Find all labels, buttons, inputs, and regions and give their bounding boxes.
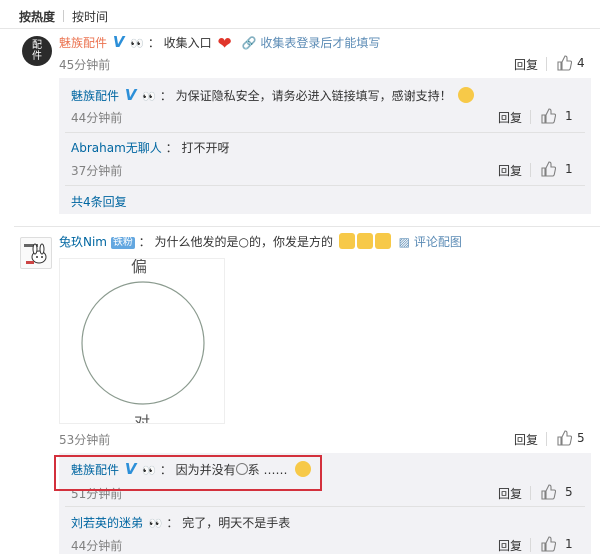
reply-button[interactable]: 回复 xyxy=(498,109,522,126)
verified-icon: V xyxy=(112,33,125,51)
thumbs-up-icon xyxy=(557,55,573,71)
image-bottom-text: 对 xyxy=(134,413,151,424)
reply-button[interactable]: 回复 xyxy=(498,537,522,554)
emoji-icon xyxy=(457,87,474,103)
thumbs-up-icon xyxy=(541,108,557,124)
comment-time: 45分钟前 xyxy=(59,58,111,72)
avatar-text: 配 xyxy=(32,40,42,51)
like-count: 1 xyxy=(565,162,573,176)
fan-badge-icon: 👀 xyxy=(130,37,144,50)
thumbs-up-icon xyxy=(541,484,557,500)
reply-button[interactable]: 回复 xyxy=(514,431,538,448)
reply-text: 完了，明天不是手表 xyxy=(182,516,291,530)
action-separator xyxy=(530,110,531,124)
avatar-text: 件 xyxy=(32,51,42,62)
like-button[interactable] xyxy=(556,55,573,74)
like-button[interactable] xyxy=(540,161,557,180)
comment-text: 收集入口 xyxy=(163,36,212,50)
action-separator xyxy=(530,163,531,177)
thumbs-up-icon xyxy=(557,430,573,446)
divider xyxy=(0,28,600,29)
comment-line: 兔玖Nim 铁粉 ： 为什么他发的是○的，你发是方的 ▨ 评论配图 xyxy=(59,233,462,249)
highlight-box xyxy=(54,455,322,491)
fan-badge-icon: 👀 xyxy=(148,517,163,530)
cat-emoji-icon xyxy=(356,233,373,249)
circle-shape xyxy=(81,281,205,405)
reply-button[interactable]: 回复 xyxy=(514,56,538,73)
thumbs-up-icon xyxy=(541,161,557,177)
image-icon: ▨ xyxy=(398,235,410,249)
cat-emoji-icon xyxy=(338,233,355,249)
sort-by-time-tab[interactable]: 按时间 xyxy=(72,8,108,25)
like-count: 5 xyxy=(577,431,585,445)
like-button[interactable] xyxy=(540,108,557,127)
comment-author[interactable]: 魅族配件 xyxy=(59,36,107,50)
verified-icon: V xyxy=(124,86,137,104)
divider xyxy=(14,226,600,227)
fan-badge: 铁粉 xyxy=(110,237,135,249)
action-separator xyxy=(530,538,531,552)
comment-image-link[interactable]: ▨ 评论配图 xyxy=(399,235,462,249)
sort-bar: 按热度 按时间 xyxy=(0,0,600,30)
like-count: 1 xyxy=(565,537,573,551)
comment-image-link-label: 评论配图 xyxy=(413,235,462,249)
reply-author[interactable]: Abraham无聊人 xyxy=(71,141,162,155)
action-separator xyxy=(530,486,531,500)
like-count: 4 xyxy=(577,56,585,70)
comment-text: 为什么他发的是○的，你发是方的 xyxy=(154,235,333,249)
action-separator xyxy=(546,57,547,71)
comment-author[interactable]: 兔玖Nim xyxy=(59,235,107,249)
reply-time: 44分钟前 xyxy=(71,111,123,125)
like-count: 1 xyxy=(565,109,573,123)
rabbit-avatar-icon xyxy=(24,243,47,264)
reply-divider xyxy=(65,506,585,507)
like-button[interactable] xyxy=(540,484,557,503)
form-link-label: 收集表登录后才能填写 xyxy=(260,36,381,50)
comment-image[interactable]: 偏 对 xyxy=(59,258,225,424)
reply-text: 打不开呀 xyxy=(181,141,230,155)
reply-line: 魅族配件 V 👀 ： 为保证隐私安全，请务必进入链接填写，感谢支持！ xyxy=(71,86,474,104)
form-link[interactable]: 🔗 收集表登录后才能填写 xyxy=(242,36,381,50)
reply-line: Abraham无聊人 ： 打不开呀 xyxy=(71,141,230,155)
reply-button[interactable]: 回复 xyxy=(498,485,522,502)
avatar[interactable] xyxy=(20,237,52,269)
cat-emoji-icon xyxy=(374,233,391,249)
sort-by-hot-tab[interactable]: 按热度 xyxy=(19,8,55,25)
reply-time: 37分钟前 xyxy=(71,164,123,178)
comment-time: 53分钟前 xyxy=(59,433,111,447)
thumbs-up-icon xyxy=(541,536,557,552)
link-icon: 🔗 xyxy=(241,36,257,50)
action-separator xyxy=(546,432,547,446)
more-replies-label: 共4条回复 xyxy=(71,195,127,209)
reply-line: 刘若英的迷弟 👀 ： 完了，明天不是手表 xyxy=(71,514,290,532)
reply-divider xyxy=(65,185,585,186)
like-button[interactable] xyxy=(556,430,573,449)
more-replies-link[interactable]: 共4条回复 xyxy=(71,193,127,211)
like-count: 5 xyxy=(565,485,573,499)
sort-separator xyxy=(63,10,64,22)
avatar[interactable]: 配 件 xyxy=(22,36,52,66)
reply-divider xyxy=(65,132,585,133)
like-button[interactable] xyxy=(540,536,557,554)
comment-line: 魅族配件 V 👀 ： 收集入口 ❤ 🔗 收集表登录后才能填写 xyxy=(59,33,381,54)
reply-time: 44分钟前 xyxy=(71,539,123,553)
heart-icon: ❤ xyxy=(217,34,232,54)
reply-author[interactable]: 刘若英的迷弟 xyxy=(71,516,143,530)
reply-author[interactable]: 魅族配件 xyxy=(71,89,119,103)
reply-text: 为保证隐私安全，请务必进入链接填写，感谢支持！ xyxy=(175,89,452,103)
reply-button[interactable]: 回复 xyxy=(498,162,522,179)
fan-badge-icon: 👀 xyxy=(142,90,156,103)
